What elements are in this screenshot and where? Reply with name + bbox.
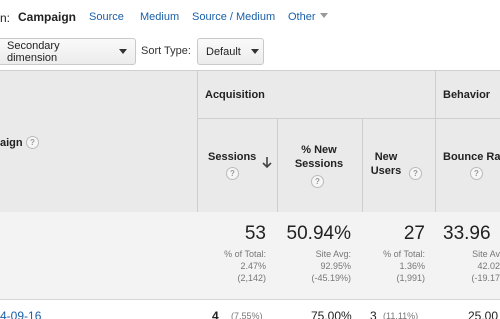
total-bounce-rate-line2: 42.02 [477,261,500,271]
row-new-sessions-value: 75.00% [311,309,352,319]
group-acquisition: Acquisition [205,89,265,101]
total-sessions-value: 53 [244,223,266,244]
total-new-sessions-line3: (-45.19%) [311,273,351,283]
sort-type-label: Sort Type: [141,45,191,57]
sort-type-value: Default [206,45,241,58]
primary-dimension-bar: n: Campaign Source Medium Source / Mediu… [0,0,500,35]
row-bounce-rate-value: 25.00 [468,309,499,319]
bounce-rate-column-header[interactable]: Bounce Ra [443,150,500,164]
help-icon[interactable]: ? [409,167,422,180]
row-sessions-value: 4 [212,309,219,319]
secondary-dimension-button[interactable]: Secondary dimension [0,38,136,65]
total-new-sessions-detail: Site Avg: 92.95% (-45.19%) [311,248,351,284]
new-users-header-line2: Users [370,165,402,177]
row-campaign-link[interactable]: 4-09-16 [0,309,41,319]
dimension-other-label: Other [288,11,316,23]
total-new-sessions-value: 50.94% [286,223,351,244]
chevron-down-icon [250,49,259,54]
help-icon[interactable]: ? [311,175,324,188]
total-sessions-line3: (2,142) [237,273,266,283]
help-icon[interactable]: ? [226,167,239,180]
total-new-users-line2: 1.36% [399,261,425,271]
dimension-source-medium-link[interactable]: Source / Medium [192,11,275,23]
total-bounce-rate-value: 33.96 [443,223,491,244]
total-new-users-detail: % of Total: 1.36% (1,991) [383,248,425,284]
total-sessions-line1: % of Total: [224,249,266,259]
total-new-users-line3: (1,991) [396,273,425,283]
sessions-column-header[interactable]: Sessions [208,150,256,164]
new-users-header-line1: New [374,151,398,163]
total-bounce-rate-line1: Site Av [472,249,500,259]
help-icon[interactable]: ? [26,136,39,149]
total-new-sessions-line2: 92.95% [320,261,351,271]
row-sessions-pct: (7.55%) [231,311,263,319]
group-behavior: Behavior [443,89,491,101]
total-new-users-value: 27 [403,223,425,244]
row-new-users-value: 3 [370,309,377,319]
dimension-other-dropdown[interactable]: Other [288,11,328,23]
chevron-down-icon [319,13,328,18]
help-icon[interactable]: ? [470,167,483,180]
new-sessions-column-header[interactable]: % New Sessions [284,143,354,171]
new-sessions-header-line1: % New [301,144,337,156]
dimension-campaign-active: Campaign [18,10,77,24]
new-users-column-header[interactable]: New Users [366,150,406,178]
new-sessions-header-line2: Sessions [294,158,344,170]
dimension-source-link[interactable]: Source [89,11,124,23]
total-new-users-line1: % of Total: [383,249,425,259]
secondary-dimension-label: Secondary dimension [7,39,60,64]
total-bounce-rate-detail: Site Av 42.02 (-19.17 [471,248,500,284]
total-new-sessions-line1: Site Avg: [315,249,351,259]
table-controls: Secondary dimension Sort Type: Default [0,35,500,70]
total-sessions-detail: % of Total: 2.47% (2,142) [224,248,266,284]
campaign-column-header[interactable]: aign [0,137,23,149]
header-divider [197,118,500,119]
row-new-users-pct: (11.11%) [383,311,419,319]
primary-dimension-prefix: n: [0,11,11,25]
total-sessions-line2: 2.47% [240,261,266,271]
dimension-medium-link[interactable]: Medium [140,11,179,23]
chevron-down-icon [119,49,127,54]
report-table: aign ? Acquisition Behavior Sessions ? %… [0,70,500,319]
sort-type-dropdown[interactable]: Default [197,38,264,65]
sort-descending-icon[interactable] [262,156,272,169]
total-bounce-rate-line3: (-19.17 [471,273,500,283]
